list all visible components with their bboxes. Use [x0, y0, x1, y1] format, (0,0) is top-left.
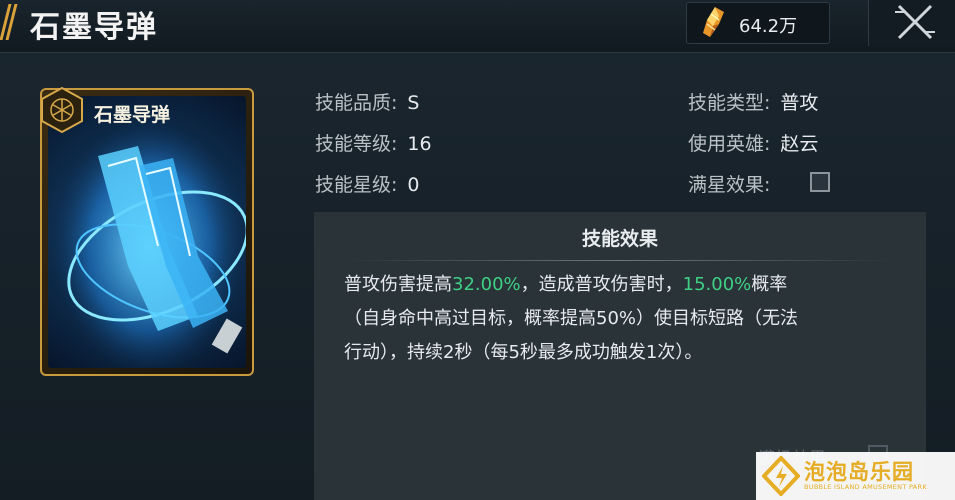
skill-quality-value: S	[407, 92, 420, 114]
hero-label: 使用英雄:	[688, 133, 771, 155]
damage-bonus-value: 32.00%	[452, 274, 521, 295]
hexagon-emblem-icon	[41, 86, 83, 134]
hero-field: 使用英雄: 赵云	[688, 129, 818, 156]
skill-effect-description: 普攻伤害提高32.00%，造成普攻伤害时，15.00%概率 （自身命中高过目标，…	[344, 268, 904, 370]
skill-card[interactable]: 石墨导弹	[40, 86, 254, 376]
max-star-field: 满星效果:	[688, 170, 770, 197]
skill-type-value: 普攻	[780, 92, 819, 114]
effect-divider	[344, 260, 896, 261]
effect-line-3: 行动），持续2秒（每5秒最多成功触发1次）。	[344, 342, 703, 363]
watermark-logo: 泡泡岛乐园 BUBBLE ISLAND AMUSEMENT PARK	[756, 452, 955, 500]
skill-card-name: 石墨导弹	[94, 104, 171, 126]
effect-text-2: ，造成普攻伤害时，	[520, 274, 683, 295]
header-bar: 石墨导弹 64.2万	[0, 0, 955, 53]
skill-card-art	[48, 96, 246, 368]
close-button[interactable]	[868, 0, 955, 46]
skill-level-label: 技能等级:	[315, 133, 398, 155]
max-star-label: 满星效果:	[688, 174, 771, 196]
effect-line-2: （自身命中高过目标，概率提高50%）使目标短路（无法	[344, 308, 799, 329]
hero-value: 赵云	[780, 133, 819, 155]
effect-text-1: 普攻伤害提高	[344, 274, 452, 295]
max-star-checkbox[interactable]	[810, 172, 830, 192]
watermark-subtext: BUBBLE ISLAND AMUSEMENT PARK	[804, 483, 927, 491]
page-title: 石墨导弹	[30, 10, 158, 45]
close-icon	[895, 4, 935, 40]
skill-stars-value: 0	[407, 174, 420, 196]
currency-display[interactable]: 64.2万	[686, 2, 830, 44]
skill-type-field: 技能类型: 普攻	[688, 88, 818, 115]
watermark-text: 泡泡岛乐园	[804, 460, 914, 484]
trigger-chance-value: 15.00%	[682, 274, 752, 295]
skill-level-field: 技能等级: 16	[315, 129, 432, 156]
skill-quality-field: 技能品质: S	[315, 88, 419, 115]
skill-type-label: 技能类型:	[688, 92, 771, 114]
header-accent-stripe	[0, 0, 18, 44]
skill-quality-label: 技能品质:	[315, 92, 398, 114]
skill-stars-label: 技能星级:	[315, 174, 398, 196]
skill-effect-title: 技能效果	[581, 228, 658, 250]
crystal-shard-icon	[703, 7, 724, 37]
effect-text-3: 概率	[751, 274, 788, 295]
effect-line-1: 普攻伤害提高32.00%，造成普攻伤害时，15.00%概率	[344, 268, 904, 302]
skill-level-value: 16	[407, 133, 432, 155]
skill-stars-field: 技能星级: 0	[315, 170, 420, 197]
blue-boots-art	[48, 96, 246, 368]
watermark-icon	[762, 456, 800, 496]
currency-value: 64.2万	[739, 16, 798, 37]
